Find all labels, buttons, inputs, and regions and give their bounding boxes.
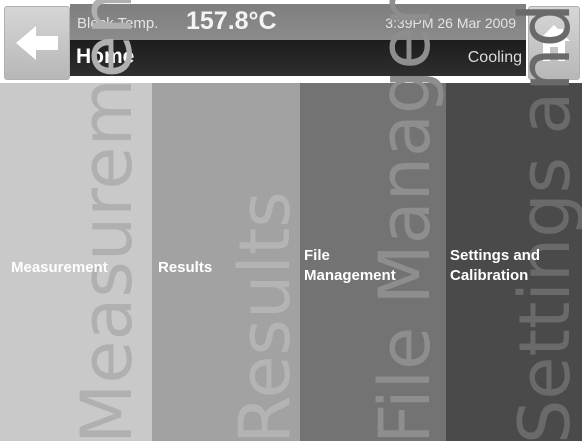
home-screen: Block Temp. 157.8°C 3:39PM 26 Mar 2009 H… — [0, 0, 582, 441]
home-button[interactable] — [528, 6, 580, 80]
file-management-label: File Management — [304, 247, 396, 284]
page-title: Home — [76, 45, 135, 68]
arrow-left-icon — [16, 26, 58, 60]
block-temp-value: 157.8°C — [186, 7, 277, 35]
home-icon — [538, 25, 570, 61]
title-bar: Home Cooling — [70, 40, 526, 76]
settings-calibration-label: Settings and Calibration — [450, 247, 541, 284]
datetime: 3:39PM 26 Mar 2009 — [385, 15, 516, 31]
back-button[interactable] — [4, 6, 70, 80]
measurement-label: Measurement — [11, 259, 108, 276]
status-bar: Block Temp. 157.8°C 3:39PM 26 Mar 2009 — [70, 4, 526, 40]
instrument-status: Cooling — [467, 49, 522, 66]
header-bar: Block Temp. 157.8°C 3:39PM 26 Mar 2009 H… — [0, 0, 582, 83]
results-label: Results — [158, 259, 213, 276]
block-temp-label: Block Temp. — [77, 15, 159, 32]
